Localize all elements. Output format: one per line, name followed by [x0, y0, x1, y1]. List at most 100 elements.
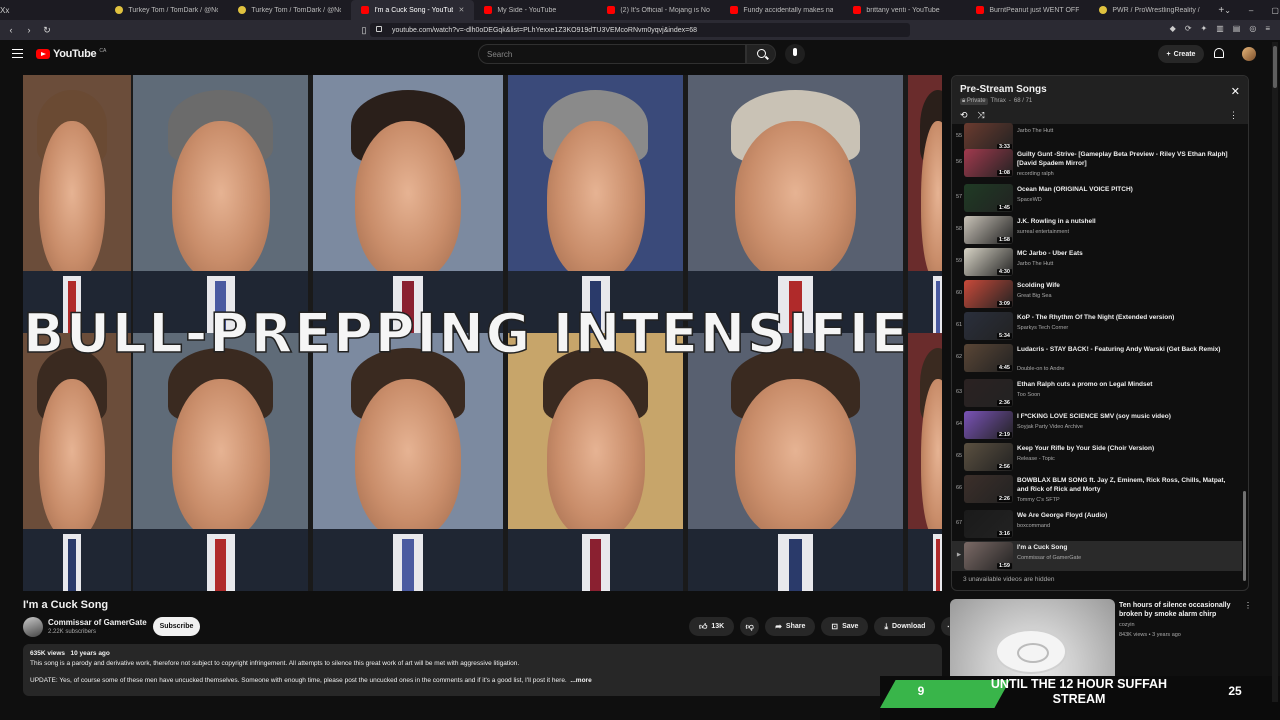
browser-tab[interactable]: PWR / ProWrestlingReality / realp [1089, 0, 1212, 20]
playlist-item[interactable]: 58 1:58 J.K. Rowling in a nutshell surreal … [952, 215, 1242, 245]
playlist-thumbnail[interactable]: 4:30 [964, 248, 1013, 276]
minimize-icon[interactable]: – [1249, 6, 1253, 15]
browser-tab[interactable]: brittany venti - YouTube [843, 0, 966, 20]
playlist-thumbnail[interactable]: 1:08 [964, 149, 1013, 177]
playlist-item-title[interactable]: We Are George Floyd (Audio) [1017, 511, 1237, 520]
more-vertical-icon[interactable]: ⋮ [1244, 601, 1252, 610]
subscribe-button[interactable]: Subscribe [153, 617, 200, 636]
browser-tab[interactable]: BurntPeanut just WENT OFF on V1 [966, 0, 1089, 20]
download-button[interactable]: ⤓ Download [874, 617, 936, 636]
shuffle-icon[interactable]: ⤨ [978, 110, 985, 121]
more-vertical-icon[interactable]: ⋮ [1229, 110, 1238, 121]
playlist-item[interactable]: ▶ 1:59 I'm a Cuck Song Commissar of GamerGa… [952, 541, 1242, 571]
playlist-item[interactable]: 64 2:19 I F*CKING LOVE SCIENCE SMV (soy mu… [952, 410, 1242, 440]
playlist-item[interactable]: 57 1:45 Ocean Man (ORIGINAL VOICE PITCH) Sp… [952, 183, 1242, 213]
create-button[interactable]: + Create [1158, 45, 1204, 63]
playlist-item-title[interactable]: Keep Your Rifle by Your Side (Choir Vers… [1017, 444, 1237, 453]
search-input[interactable]: Search [478, 44, 746, 64]
playlist-item-title[interactable]: Ethan Ralph cuts a promo on Legal Mindse… [1017, 380, 1237, 389]
video-description[interactable]: 635K views 10 years ago This song is a p… [23, 644, 942, 696]
playlist-item-title[interactable]: J.K. Rowling in a nutshell [1017, 217, 1237, 226]
hamburger-menu-icon[interactable] [12, 49, 23, 58]
browser-tab[interactable]: I'm a Cuck Song - YouTube ✕ [351, 0, 475, 20]
browser-tab[interactable]: My Side - YouTube [474, 0, 597, 20]
playlist-thumbnail[interactable]: 1:59 [964, 542, 1013, 570]
playlist-item[interactable]: 65 2:56 Keep Your Rifle by Your Side (Choi… [952, 442, 1242, 472]
extension-icon[interactable]: ◆ [1170, 24, 1176, 33]
playlist-thumbnail[interactable]: 3:09 [964, 280, 1013, 308]
playlist-item[interactable]: 60 3:09 Scolding Wife Great Big Sea [952, 279, 1242, 309]
playlist-thumbnail[interactable]: 2:56 [964, 443, 1013, 471]
microphone-icon[interactable] [785, 44, 805, 64]
playlist-item-title[interactable]: Ocean Man (ORIGINAL VOICE PITCH) [1017, 185, 1237, 194]
playlist-item-title[interactable]: I'm a Cuck Song [1017, 543, 1237, 552]
search-icon[interactable] [746, 44, 776, 64]
playlist-item-number: 62 [955, 354, 963, 360]
playlist-item-title[interactable]: KoP - The Rhythm Of The Night (Extended … [1017, 313, 1237, 322]
tab-list-icon[interactable]: ⌄ [1224, 6, 1231, 15]
youtube-logo[interactable]: YouTube CA [36, 48, 106, 60]
sync-icon[interactable]: ⟳ [1185, 24, 1192, 33]
playlist-scrollbar[interactable] [1243, 491, 1246, 581]
library-icon[interactable]: ▥ [1216, 24, 1224, 33]
page-scrollbar[interactable] [1272, 42, 1278, 702]
playlist-thumbnail[interactable]: 1:58 [964, 216, 1013, 244]
puzzle-icon[interactable]: ✦ [1201, 24, 1208, 33]
bookmark-icon[interactable]: ▯ [357, 25, 371, 36]
forward-icon[interactable]: › [22, 25, 36, 35]
browser-tab[interactable]: Turkey Tom / TomDark / @NotATom [228, 0, 351, 20]
playlist-item-title[interactable]: BOWBLAX BLM SONG ft. Jay Z, Eminem, Rick… [1017, 476, 1237, 494]
playlist-item[interactable]: 66 2:26 BOWBLAX BLM SONG ft. Jay Z, Eminem… [952, 474, 1242, 504]
reload-icon[interactable]: ↻ [40, 25, 54, 36]
playlist-item-title[interactable]: Guilty Gunt -Strive- [Gameplay Beta Prev… [1017, 150, 1237, 168]
playlist-thumbnail[interactable]: 2:36 [964, 379, 1013, 407]
recommended-channel[interactable]: cozyin [1119, 622, 1135, 628]
like-button[interactable]: 👍︎ 13K [689, 617, 735, 636]
save-button[interactable]: ⊡ Save [821, 617, 869, 636]
notifications-bell-icon[interactable] [1214, 48, 1224, 58]
share-button[interactable]: ➦ Share [765, 617, 816, 636]
playlist-thumbnail[interactable]: 5:34 [964, 312, 1013, 340]
browser-tab[interactable]: Turkey Tom / TomDark / @NotATom [105, 0, 228, 20]
user-avatar[interactable] [1242, 47, 1256, 61]
dislike-button[interactable]: 👎︎ [740, 617, 760, 636]
browser-tab[interactable]: Fundy accidentally makes nazi sym [720, 0, 843, 20]
portrait-face [921, 379, 942, 540]
maximize-icon[interactable]: ▢ [1271, 6, 1279, 15]
playlist-item[interactable]: 63 2:36 Ethan Ralph cuts a promo on Legal … [952, 378, 1242, 408]
browser-tab[interactable]: (2) It's Official - Mojang is Now BA [597, 0, 720, 20]
playlist-item[interactable]: 56 1:08 Guilty Gunt -Strive- [Gameplay Bet… [952, 148, 1242, 178]
playlist-item[interactable]: 59 4:30 MC Jarbo - Uber Eats Jarbo The Hutt [952, 247, 1242, 277]
portrait-panel [688, 333, 903, 591]
playlist-thumbnail[interactable]: 4:45 [964, 344, 1013, 372]
url-bar[interactable]: youtube.com/watch?v=-dlh0oDEGqk&list=PLh… [370, 23, 910, 37]
playlist-title[interactable]: Pre-Stream Songs [960, 84, 1047, 95]
playlist-item[interactable]: 67 3:16 We Are George Floyd (Audio) boxcomm… [952, 509, 1242, 539]
playlist-thumbnail[interactable]: 3:16 [964, 510, 1013, 538]
back-icon[interactable]: ‹ [4, 25, 18, 35]
playlist-item[interactable]: 61 5:34 KoP - The Rhythm Of The Night (Ext… [952, 311, 1242, 341]
playlist-item-title[interactable]: Ludacris - STAY BACK! - Featuring Andy W… [1017, 345, 1237, 354]
playlist-thumbnail[interactable]: 1:45 [964, 184, 1013, 212]
video-player[interactable]: BULL-PREPPING INTENSIFIE [23, 75, 942, 591]
playlist-thumbnail[interactable]: 3:33 [964, 123, 1013, 151]
playlist-owner[interactable]: Thrax [991, 98, 1006, 105]
playlist-item[interactable]: 62 4:45 Ludacris - STAY BACK! - Featuring … [952, 343, 1242, 373]
channel-avatar[interactable] [23, 617, 43, 637]
playlist-item-title[interactable]: Scolding Wife [1017, 281, 1237, 290]
playlist-item-title[interactable]: MC Jarbo - Uber Eats [1017, 249, 1237, 258]
close-window-icon[interactable]: x [5, 6, 9, 15]
recommended-meta: 843K views • 3 years ago [1119, 632, 1181, 638]
loop-icon[interactable]: ⟲ [960, 110, 968, 121]
close-tab-icon[interactable]: ✕ [458, 6, 464, 14]
sidebar-icon[interactable]: ▤ [1233, 24, 1241, 33]
playlist-item-title[interactable]: I F*CKING LOVE SCIENCE SMV (soy music vi… [1017, 412, 1237, 421]
playlist-thumbnail[interactable]: 2:19 [964, 411, 1013, 439]
menu-icon[interactable]: ≡ [1265, 24, 1270, 33]
account-icon[interactable]: ◎ [1249, 24, 1256, 33]
channel-name[interactable]: Commissar of GamerGate [48, 618, 147, 627]
playlist-thumbnail[interactable]: 2:26 [964, 475, 1013, 503]
recommended-title[interactable]: Ten hours of silence occasionally broken… [1119, 601, 1239, 619]
close-icon[interactable]: ✕ [1231, 85, 1240, 98]
show-more-link[interactable]: ...more [570, 677, 591, 684]
